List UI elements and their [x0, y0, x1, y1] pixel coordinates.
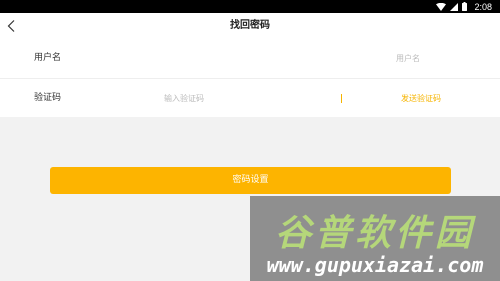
reset-password-form: 用户名 用户名 验证码 输入验证码 发送验证码 — [0, 39, 500, 117]
username-input[interactable]: 用户名 — [396, 39, 420, 78]
app-bar: 找回密码 — [0, 13, 500, 39]
code-divider — [341, 94, 342, 103]
signal-icon — [450, 2, 459, 11]
set-password-button[interactable]: 密码设置 — [50, 167, 451, 194]
battery-icon — [462, 2, 468, 11]
watermark: 谷普软件园 www.gupuxiazai.com — [250, 196, 500, 281]
username-row: 用户名 用户名 — [0, 39, 500, 78]
verification-code-label: 验证码 — [34, 93, 62, 103]
page-title: 找回密码 — [230, 20, 270, 31]
status-time: 2:08 — [474, 1, 492, 12]
send-code-button[interactable]: 发送验证码 — [401, 79, 441, 118]
watermark-title: 谷普软件园 — [274, 213, 475, 254]
verification-code-input[interactable]: 输入验证码 — [164, 79, 204, 118]
status-bar: 2:08 — [0, 0, 500, 13]
chevron-left-icon — [7, 17, 15, 36]
wifi-icon — [436, 2, 447, 11]
verification-code-row: 验证码 输入验证码 发送验证码 — [0, 78, 500, 117]
status-icons: 2:08 — [436, 0, 492, 13]
watermark-url: www.gupuxiazai.com — [266, 253, 484, 277]
username-label: 用户名 — [34, 53, 62, 63]
back-button[interactable] — [2, 16, 20, 36]
